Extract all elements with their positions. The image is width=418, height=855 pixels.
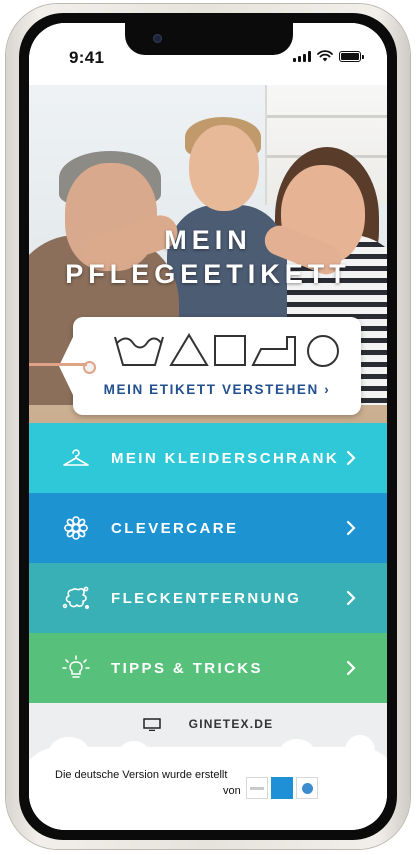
notch — [125, 23, 293, 55]
flower-icon — [61, 513, 91, 543]
footer-cloud-bubble — [345, 735, 375, 765]
menu-label-fleckentfernung: FLECKENTFERNUNG — [111, 589, 302, 607]
credit-text: Die deutsche Version wurde erstellt — [55, 769, 228, 781]
dryer-symbol-icon — [214, 335, 246, 366]
status-time: 9:41 — [69, 48, 105, 67]
camera-icon — [153, 34, 162, 43]
status-bar: 9:41 — [29, 23, 387, 85]
hanger-icon — [61, 443, 91, 473]
stain-icon — [61, 583, 91, 613]
status-icons — [293, 50, 364, 62]
washing-symbol-icon — [114, 336, 164, 366]
footer-cloud-bubble — [119, 741, 149, 765]
signal-icon — [293, 51, 311, 62]
menu-label-clevercare: CLEVERCARE — [111, 519, 239, 537]
lightbulb-icon — [61, 653, 91, 683]
website-link-row[interactable]: GINETEX.DE — [29, 717, 387, 731]
chevron-right-icon — [346, 450, 356, 466]
bleach-symbol-icon — [169, 333, 209, 366]
care-symbols — [114, 333, 339, 367]
menu-label-tipps-tricks: TIPPS & TRICKS — [111, 659, 263, 677]
main-menu: MEIN KLEIDERSCHRANK CLEVERCARE FLECKENTF… — [29, 423, 387, 703]
partner-logo — [271, 777, 293, 799]
wifi-icon — [317, 50, 333, 62]
hero-title-line1: MEIN — [164, 225, 252, 255]
menu-item-fleckentfernung[interactable]: FLECKENTFERNUNG — [29, 563, 387, 633]
menu-item-tipps-tricks[interactable]: TIPPS & TRICKS — [29, 633, 387, 703]
menu-item-clevercare[interactable]: CLEVERCARE — [29, 493, 387, 563]
chevron-right-icon — [346, 590, 356, 606]
hero-photo-child-face — [189, 125, 259, 211]
footer: GINETEX.DE Die deutsche Version wurde er… — [29, 703, 387, 830]
dry-cleaning-symbol-icon — [307, 335, 339, 367]
website-link[interactable]: GINETEX.DE — [189, 717, 274, 731]
chevron-right-icon — [346, 660, 356, 676]
battery-icon — [339, 51, 364, 62]
hero-title-line2: PFLEGEETIKETT — [65, 259, 351, 289]
footer-cloud-bubble — [279, 739, 315, 767]
partner-logo — [296, 777, 318, 799]
tag-string — [29, 363, 87, 366]
menu-label-kleiderschrank: MEIN KLEIDERSCHRANK — [111, 449, 340, 467]
partner-logo — [246, 777, 268, 799]
monitor-icon — [142, 717, 161, 731]
understand-label-link[interactable]: MEIN ETIKETT VERSTEHEN › — [73, 382, 361, 397]
phone-frame: 9:41 MEIN PFLEGEETIKETT MEIN ETIKETT VER… — [6, 4, 410, 849]
app-screen: 9:41 MEIN PFLEGEETIKETT MEIN ETIKETT VER… — [29, 23, 387, 830]
footer-cloud-bubble — [49, 737, 89, 767]
iron-symbol-icon — [251, 336, 296, 366]
chevron-right-icon — [346, 520, 356, 536]
hero-banner: MEIN PFLEGEETIKETT MEIN ETIKETT VERSTEHE… — [29, 85, 387, 423]
partner-logos — [246, 777, 318, 799]
care-label-tag[interactable]: MEIN ETIKETT VERSTEHEN › — [29, 317, 361, 415]
phone-bezel: 9:41 MEIN PFLEGEETIKETT MEIN ETIKETT VER… — [19, 13, 397, 840]
menu-item-kleiderschrank[interactable]: MEIN KLEIDERSCHRANK — [29, 423, 387, 493]
credit-von-text: von — [223, 785, 241, 797]
